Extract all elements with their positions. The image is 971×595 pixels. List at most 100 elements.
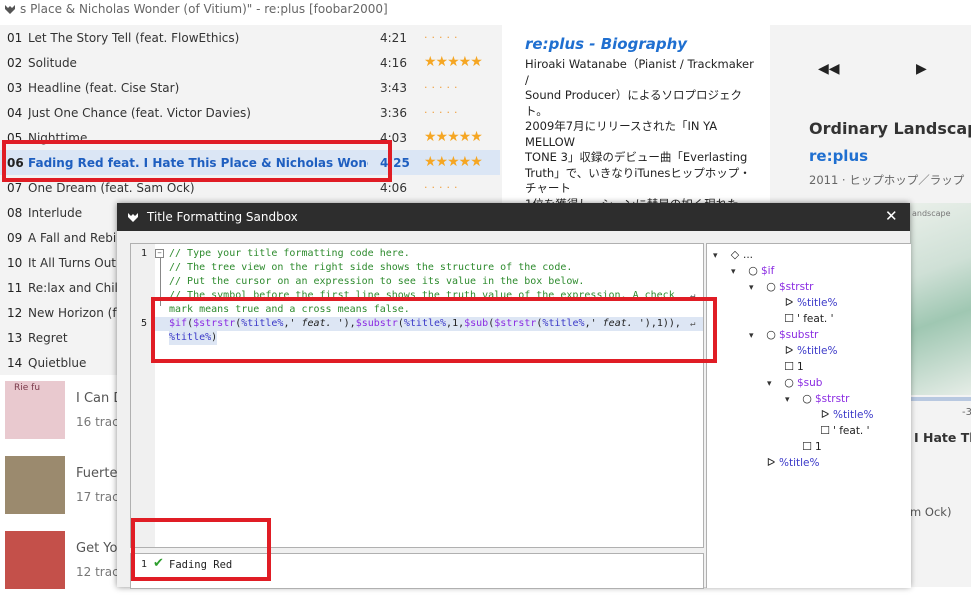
- rating-stars[interactable]: ·····: [424, 29, 461, 45]
- tree-node-label: ' feat. ': [833, 425, 870, 437]
- tree-node[interactable]: ☐ ' feat. ': [767, 311, 834, 327]
- biography-heading: re:plus - Biography: [525, 35, 688, 53]
- tree-node-type-icon: ○: [784, 376, 794, 389]
- album-thumbnail: [5, 531, 65, 589]
- tree-node-label: $strstr: [779, 281, 814, 293]
- track-number: 09: [7, 231, 23, 245]
- tree-node[interactable]: ▾ ○ $substr: [749, 327, 818, 343]
- tree-node-type-icon: ○: [802, 392, 812, 405]
- track-duration: 4:21: [380, 31, 407, 45]
- playlist-track-row[interactable]: 04 Just One Chance (feat. Victor Davies) 3…: [0, 100, 500, 125]
- tree-node[interactable]: ☐ 1: [767, 359, 804, 375]
- track-title: Headline (feat. Cise Star): [28, 81, 180, 95]
- tree-expander-icon[interactable]: ▾: [731, 264, 745, 280]
- now-playing-title: I Hate Th: [914, 430, 971, 445]
- rating-stars[interactable]: ★★★★★: [424, 54, 483, 70]
- tree-node[interactable]: ▾ ○ $strstr: [749, 279, 814, 295]
- tree-expander-icon[interactable]: ▾: [767, 376, 781, 392]
- dialog-title: Title Formatting Sandbox: [147, 210, 298, 224]
- tree-expander-icon[interactable]: ▾: [785, 392, 799, 408]
- tree-node-label: ' feat. ': [797, 313, 834, 325]
- track-title: Just One Chance (feat. Victor Davies): [28, 106, 251, 120]
- biography-line: 2009年7月にリリースされた「IN YA MELLOW: [525, 119, 718, 149]
- dialog-titlebar: Title Formatting Sandbox ✕: [117, 203, 910, 231]
- tree-node[interactable]: ▾ ○ $strstr: [785, 391, 850, 407]
- fold-toggle-icon[interactable]: −: [155, 249, 164, 258]
- tree-node-label: ...: [743, 249, 754, 261]
- tree-node[interactable]: ☐ ' feat. ': [803, 423, 870, 439]
- close-icon[interactable]: ✕: [885, 207, 898, 225]
- tree-node-type-icon: ◇: [730, 248, 740, 261]
- code-line-2: // The tree view on the right side shows…: [131, 261, 703, 275]
- album-list-item[interactable]: I Can D 16 track Rie fu: [0, 375, 126, 445]
- tree-node[interactable]: ▾ ○ $sub: [767, 375, 822, 391]
- track-number: 12: [7, 306, 23, 320]
- code-line-3: // Put the cursor on an expression to se…: [131, 275, 703, 289]
- biography-line: Hiroaki Watanabe（Pianist / Trackmaker /: [525, 57, 754, 87]
- tree-node-type-icon: ○: [748, 264, 758, 277]
- rating-stars[interactable]: ★★★★★: [424, 154, 483, 170]
- track-duration: 4:16: [380, 56, 407, 70]
- tree-node-type-icon: ᐅ: [766, 456, 776, 469]
- album-list-item[interactable]: Fuertev 17 track: [0, 450, 126, 520]
- previous-icon[interactable]: ◀◀: [818, 61, 840, 77]
- track-title: Let The Story Tell (feat. FlowEthics): [28, 31, 240, 45]
- track-number: 11: [7, 281, 23, 295]
- track-number: 07: [7, 181, 23, 195]
- tree-expander-icon[interactable]: ▾: [749, 328, 763, 344]
- tree-node[interactable]: ᐅ %title%: [767, 343, 838, 359]
- biography-line: Truth」で、いきなりiTunesヒップホップ・チャート: [525, 165, 751, 196]
- track-title: One Dream (feat. Sam Ock): [28, 181, 195, 195]
- main-window-titlebar: s Place & Nicholas Wonder (of Vitium)" -…: [0, 0, 971, 20]
- track-duration: 3:36: [380, 106, 407, 120]
- highlight-selected-track: [2, 140, 392, 182]
- code-editor[interactable]: 1 − // Type your title formatting code h…: [130, 243, 704, 548]
- tree-node-label: $sub: [797, 377, 823, 389]
- tree-node-label: $if: [761, 265, 775, 277]
- tree-node[interactable]: ▾ ◇...: [713, 247, 753, 263]
- tree-node[interactable]: ᐅ %title%: [767, 295, 838, 311]
- play-icon[interactable]: ▶: [916, 61, 927, 77]
- artist-name[interactable]: re:plus: [809, 147, 868, 165]
- tree-node-label: 1: [797, 361, 804, 373]
- foobar-logo-icon: [128, 213, 138, 222]
- rating-stars[interactable]: ·····: [424, 179, 461, 195]
- tree-expander-icon[interactable]: ▾: [713, 248, 727, 264]
- playlist-track-row[interactable]: 01 Let The Story Tell (feat. FlowEthics) 4…: [0, 25, 500, 50]
- time-remaining: -3: [962, 407, 971, 418]
- track-number: 10: [7, 256, 23, 270]
- structure-tree[interactable]: ▾ ◇... ▾ ○ $if ▾ ○ $strstr ᐅ %title% ☐ ' feat. ' ▾ ○ $…: [706, 243, 911, 588]
- tree-node-type-icon: ☐: [802, 440, 812, 453]
- album-list[interactable]: I Can D 16 track Rie fu Fuertev 17 track Get …: [0, 375, 126, 589]
- tree-node-type-icon: ᐅ: [784, 344, 794, 357]
- tree-node-type-icon: ○: [766, 328, 776, 341]
- foobar-logo-icon: [5, 5, 15, 14]
- tree-node[interactable]: ᐅ %title%: [803, 407, 874, 423]
- playlist-track-row[interactable]: 03 Headline (feat. Cise Star) 3:43 ·····: [0, 75, 500, 100]
- tree-node-type-icon: ☐: [784, 312, 794, 325]
- album-title: Ordinary Landscape: [809, 119, 971, 138]
- rating-stars[interactable]: ·····: [424, 104, 461, 120]
- tree-node-type-icon: ☐: [784, 360, 794, 373]
- track-title: Solitude: [28, 56, 77, 70]
- rating-stars[interactable]: ·····: [424, 79, 461, 95]
- album-title: Get Yo: [76, 541, 118, 556]
- album-list-item[interactable]: Get Yo 12 track: [0, 525, 126, 595]
- playlist-track-row[interactable]: 02 Solitude 4:16 ★★★★★: [0, 50, 500, 75]
- rating-stars[interactable]: ★★★★★: [424, 129, 483, 145]
- line-number: 1: [141, 248, 148, 259]
- track-number: 03: [7, 81, 23, 95]
- seekbar[interactable]: [908, 397, 971, 401]
- tree-expander-icon[interactable]: ▾: [749, 280, 763, 296]
- track-number: 01: [7, 31, 23, 45]
- tree-node-type-icon: ᐅ: [820, 408, 830, 421]
- window-title: s Place & Nicholas Wonder (of Vitium)" -…: [20, 2, 388, 16]
- tree-node[interactable]: ☐ 1: [785, 439, 822, 455]
- tree-node[interactable]: ᐅ %title%: [749, 455, 820, 471]
- biography-line: Sound Producer）によるソロプロジェクト。: [525, 88, 742, 118]
- tree-node[interactable]: ▾ ○ $if: [731, 263, 774, 279]
- code-comment: // Type your title formatting code here.: [169, 248, 410, 259]
- tree-node-label: %title%: [797, 297, 838, 309]
- album-art-label: Rie fu: [14, 383, 41, 393]
- tree-node-label: 1: [815, 441, 822, 453]
